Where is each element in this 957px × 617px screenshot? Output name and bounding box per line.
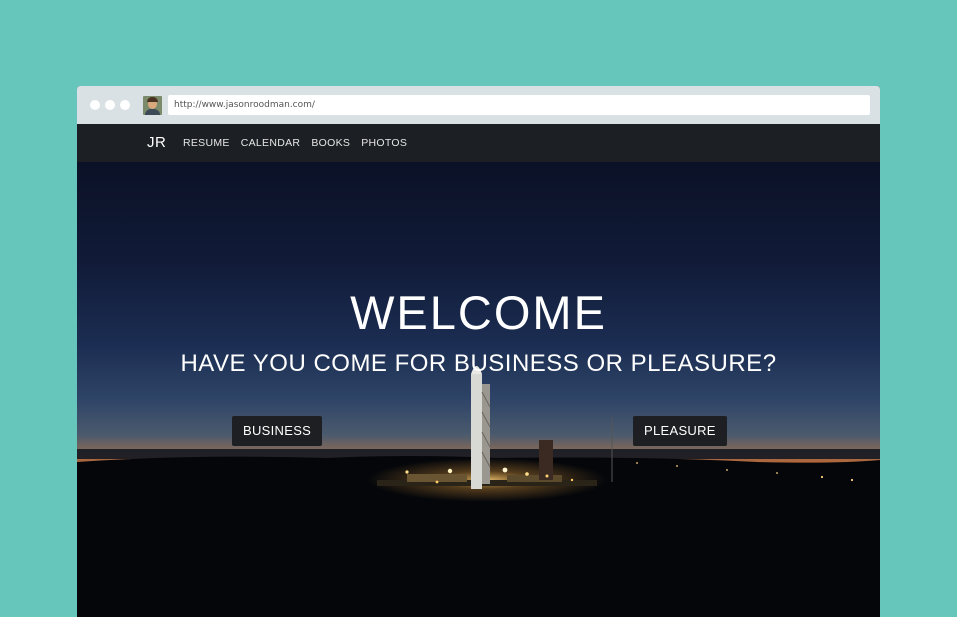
window-close-dot-icon[interactable] bbox=[90, 100, 100, 110]
hero-section: WELCOME HAVE YOU COME FOR BUSINESS OR PL… bbox=[77, 162, 880, 617]
brand-logo[interactable]: JR bbox=[147, 124, 166, 162]
window-minimize-dot-icon[interactable] bbox=[105, 100, 115, 110]
welcome-subheading: HAVE YOU COME FOR BUSINESS OR PLEASURE? bbox=[180, 350, 777, 377]
address-bar[interactable]: http://www.jasonroodman.com/ bbox=[168, 95, 870, 115]
nav-link-calendar[interactable]: CALENDAR bbox=[241, 124, 301, 162]
browser-window: http://www.jasonroodman.com/ JR RESUME C… bbox=[77, 86, 880, 617]
nav-link-books[interactable]: BOOKS bbox=[311, 124, 350, 162]
rocket-launch-image-icon bbox=[77, 366, 880, 617]
business-button[interactable]: BUSINESS bbox=[232, 416, 323, 446]
browser-chrome: http://www.jasonroodman.com/ bbox=[77, 86, 880, 124]
nav-link-resume[interactable]: RESUME bbox=[183, 124, 230, 162]
welcome-heading: WELCOME bbox=[350, 286, 607, 339]
avatar-favicon-icon bbox=[143, 96, 162, 115]
site-navbar: JR RESUME CALENDAR BOOKS PHOTOS bbox=[77, 124, 880, 162]
nav-link-photos[interactable]: PHOTOS bbox=[361, 124, 407, 162]
nav-links: RESUME CALENDAR BOOKS PHOTOS bbox=[183, 124, 407, 162]
window-maximize-dot-icon[interactable] bbox=[120, 100, 130, 110]
pleasure-button[interactable]: PLEASURE bbox=[633, 416, 727, 446]
